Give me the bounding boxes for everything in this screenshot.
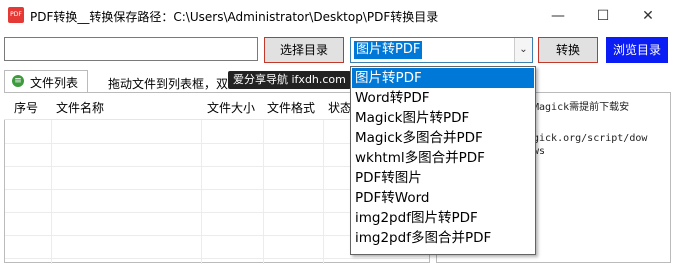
- dropdown-option-magick-merge-pdf[interactable]: Magick多图合并PDF: [352, 128, 534, 148]
- conversion-mode-dropdown[interactable]: 图片转PDF Word转PDF Magick图片转PDF Magick多图合并P…: [350, 66, 536, 255]
- column-header-format[interactable]: 文件格式: [267, 99, 315, 116]
- dropdown-option-wkhtml-merge-pdf[interactable]: wkhtml多图合并PDF: [352, 148, 534, 168]
- dropdown-option-word-to-pdf[interactable]: Word转PDF: [352, 88, 534, 108]
- dropdown-option-pdf-to-image[interactable]: PDF转图片: [352, 168, 534, 188]
- minimize-button[interactable]: —: [538, 4, 578, 28]
- tab-file-list[interactable]: ≡ 文件列表: [4, 70, 88, 92]
- column-header-filesize[interactable]: 文件大小: [207, 99, 255, 116]
- conversion-mode-value: 图片转PDF: [354, 41, 423, 59]
- watermark: 爱分享导航 ifxdh.com: [228, 71, 351, 89]
- column-header-status[interactable]: 状态: [328, 99, 352, 116]
- maximize-button[interactable]: ☐: [583, 4, 623, 28]
- window-title: PDF转换__转换保存路径：C:\Users\Administrator\Des…: [30, 10, 439, 24]
- dropdown-option-magick-image-to-pdf[interactable]: Magick图片转PDF: [352, 108, 534, 128]
- title-bar: PDF PDF转换__转换保存路径：C:\Users\Administrator…: [0, 0, 675, 32]
- close-button[interactable]: ✕: [628, 4, 668, 28]
- select-directory-button[interactable]: 选择目录: [264, 37, 344, 63]
- watermark-text-en: ifxdh.com: [291, 73, 346, 86]
- chevron-down-icon[interactable]: ⌄: [514, 38, 532, 62]
- log-line: gick.org/script/dow: [533, 133, 648, 144]
- path-input[interactable]: [4, 37, 258, 61]
- column-header-filename[interactable]: 文件名称: [56, 99, 104, 116]
- dropdown-option-img2pdf-merge-pdf[interactable]: img2pdf多图合并PDF: [352, 228, 534, 248]
- dropdown-option-image-to-pdf[interactable]: 图片转PDF: [352, 68, 534, 88]
- log-line: Magick需提前下载安: [533, 102, 630, 113]
- watermark-text-cn: 爱分享导航: [233, 73, 288, 86]
- dropdown-option-img2pdf-image-to-pdf[interactable]: img2pdf图片转PDF: [352, 208, 534, 228]
- app-pdf-icon: PDF: [8, 7, 24, 23]
- conversion-mode-select[interactable]: 图片转PDF ⌄: [350, 37, 533, 63]
- dropdown-option-pdf-to-word[interactable]: PDF转Word: [352, 188, 534, 208]
- tab-file-list-label: 文件列表: [30, 76, 79, 90]
- file-list-icon: ≡: [12, 75, 24, 87]
- convert-button[interactable]: 转换: [538, 37, 598, 63]
- browse-directory-button[interactable]: 浏览目录: [606, 37, 668, 63]
- drag-hint-text: 拖动文件到列表框，双: [108, 77, 229, 91]
- column-header-index[interactable]: 序号: [14, 99, 38, 116]
